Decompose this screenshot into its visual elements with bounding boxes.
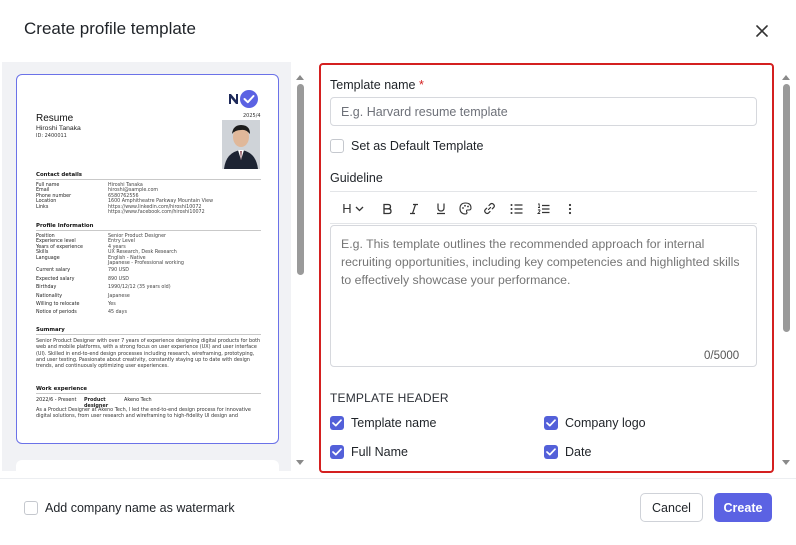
scroll-up-arrow[interactable] (295, 68, 305, 80)
profile-row: Current salary 790 USD (36, 268, 129, 274)
scroll-down-arrow[interactable] (781, 454, 791, 465)
resume-id: ID: 2400011 (36, 133, 67, 139)
profile-list: Position Senior Product Designer Experien… (36, 234, 261, 316)
date-option-label: Date (565, 445, 592, 459)
create-button[interactable]: Create (714, 493, 772, 522)
profile-row: Notice of periods 45 days (36, 310, 127, 316)
cancel-button[interactable]: Cancel (640, 493, 703, 522)
scroll-down-arrow[interactable] (295, 454, 305, 465)
color-palette-icon[interactable] (456, 192, 474, 225)
summary-section-title: Summary (36, 327, 261, 335)
resume-preview-card-2[interactable] (16, 460, 279, 480)
company-logo (228, 89, 260, 109)
profile-section-title: Profile Information (36, 223, 261, 231)
check-icon (332, 419, 342, 427)
template-name-input[interactable] (330, 97, 757, 126)
close-icon[interactable] (751, 20, 773, 42)
editor-toolbar: H (330, 191, 757, 224)
work-section-title: Work experience (36, 386, 261, 394)
link-icon[interactable] (480, 192, 498, 225)
contact-list: Full name Hiroshi Tanaka Email hiroshi@sam… (36, 183, 261, 215)
watermark-checkbox[interactable] (24, 501, 38, 515)
guideline-editor[interactable] (330, 225, 757, 367)
summary-text: Senior Product Designer with over 7 year… (36, 338, 261, 370)
numbered-list-icon[interactable] (534, 192, 552, 225)
chevron-down-icon (355, 206, 364, 211)
italic-icon[interactable] (405, 192, 423, 225)
full-name-checkbox[interactable] (330, 445, 344, 459)
contact-section-title: Contact details (36, 172, 261, 180)
right-scrollbar-thumb[interactable] (783, 84, 790, 332)
underline-icon[interactable] (432, 192, 450, 225)
default-template-checkbox[interactable] (330, 139, 344, 153)
default-template-label: Set as Default Template (351, 139, 484, 153)
full-name-option-label: Full Name (351, 445, 408, 459)
date-checkbox[interactable] (544, 445, 558, 459)
profile-row: Expected salary 890 USD (36, 276, 129, 282)
more-options-icon[interactable] (561, 192, 579, 225)
heading-dropdown[interactable]: H (340, 192, 366, 225)
resume-name: Hiroshi Tanaka (36, 125, 81, 132)
work-text: As a Product Designer at Akeno Tech, I l… (36, 407, 251, 420)
profile-photo (222, 120, 260, 169)
template-header-section-title: TEMPLATE HEADER (330, 391, 449, 405)
footer-divider (0, 478, 796, 479)
bulleted-list-icon[interactable] (507, 192, 525, 225)
left-scrollbar-thumb[interactable] (297, 84, 304, 275)
resume-preview-card[interactable]: Resume Hiroshi Tanaka ID: 2400011 2025/4… (16, 74, 279, 444)
resume-heading: Resume (36, 113, 74, 124)
profile-row: Nationality Japanese (36, 293, 130, 299)
heading-label: H (342, 201, 352, 216)
template-name-checkbox[interactable] (330, 416, 344, 430)
contact-row: https://www.facebook.com/hiroshi10072 (108, 210, 205, 216)
watermark-label: Add company name as watermark (45, 501, 235, 515)
profile-row: Japanese - Professional working (108, 261, 184, 267)
character-counter: 0/5000 (704, 350, 740, 362)
check-icon (546, 419, 556, 427)
guideline-label: Guideline (330, 171, 383, 185)
company-logo-option-label: Company logo (565, 416, 646, 430)
check-icon (546, 448, 556, 456)
company-logo-checkbox[interactable] (544, 416, 558, 430)
scroll-up-arrow[interactable] (781, 68, 791, 80)
check-icon (332, 448, 342, 456)
template-name-option-label: Template name (351, 416, 437, 430)
resume-date: 2025/4 (243, 113, 261, 119)
dialog-title: Create profile template (24, 19, 196, 38)
template-name-label: Template name * (330, 78, 424, 92)
profile-row: Willing to relocate Yes (36, 302, 116, 308)
bold-icon[interactable] (378, 192, 396, 225)
profile-row: Birthday 1990/12/12 (35 years old) (36, 285, 171, 291)
